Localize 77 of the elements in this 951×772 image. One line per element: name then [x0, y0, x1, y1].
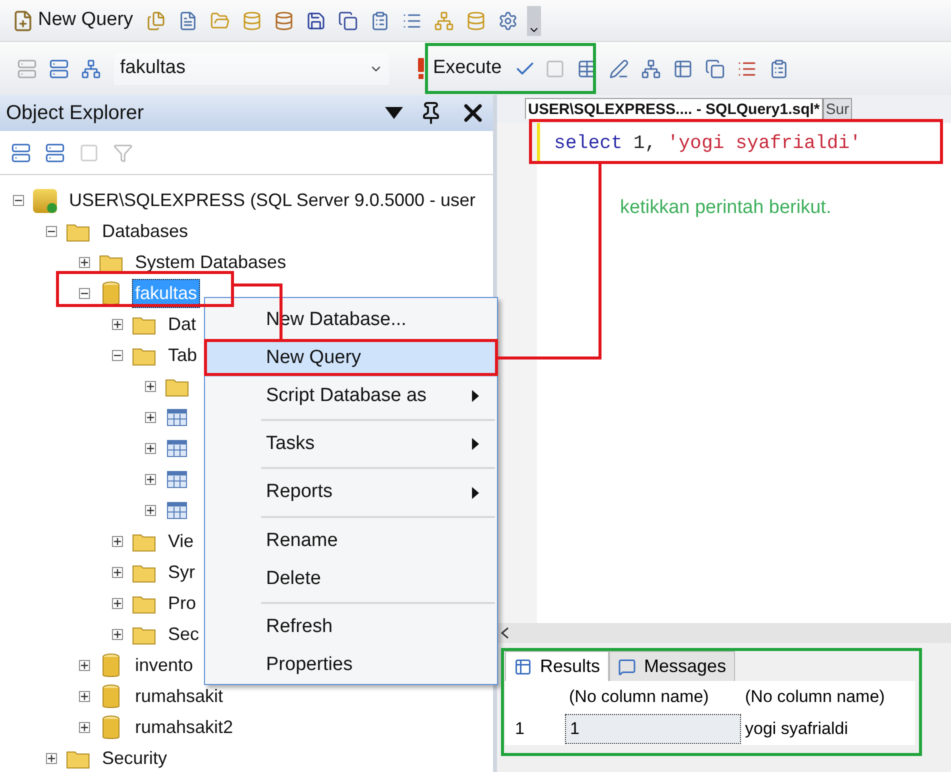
table-cell[interactable]: 1	[565, 714, 741, 744]
message-icon	[618, 658, 636, 676]
tree-item-label[interactable]: rumahsakit2	[132, 713, 236, 742]
overflow-icon[interactable]	[527, 6, 542, 36]
results-tab[interactable]: Results	[505, 651, 610, 681]
tree-item-label[interactable]: Pro	[165, 589, 200, 618]
expand-toggle[interactable]	[112, 598, 123, 609]
results-tab[interactable]: Messages	[609, 651, 736, 681]
folder-icon	[132, 594, 156, 614]
expand-toggle[interactable]	[145, 474, 156, 485]
tree-item-label[interactable]: rumahsakit	[132, 682, 226, 711]
database-icon	[102, 652, 120, 678]
grid-icon	[514, 658, 532, 676]
expand-toggle[interactable]	[79, 722, 90, 733]
database-icon	[102, 280, 120, 306]
menu-item[interactable]: Tasks	[205, 425, 497, 464]
tree-item-label[interactable]: Sec	[165, 620, 202, 649]
tree-item-label[interactable]: invento	[132, 651, 196, 680]
expand-toggle[interactable]	[145, 505, 156, 516]
tree-item-label[interactable]: Syr	[165, 558, 198, 587]
collapse-toggle[interactable]	[46, 226, 57, 237]
document-tab[interactable]: Sur	[822, 98, 852, 119]
code-token: 'yogi syafrialdi'	[667, 130, 862, 156]
folder-icon	[132, 314, 156, 334]
folder-icon	[66, 748, 90, 768]
column-header: (No column name)	[568, 686, 710, 708]
tree-item-label[interactable]: System Databases	[132, 248, 290, 277]
tree-item-label[interactable]: Vie	[165, 527, 197, 556]
menu-item[interactable]: Refresh	[205, 608, 497, 646]
expand-toggle[interactable]	[112, 629, 123, 640]
menu-item[interactable]: Properties	[205, 646, 497, 684]
expand-toggle[interactable]	[46, 753, 57, 764]
tree-item-label[interactable]: Tab	[165, 341, 200, 370]
new-file-icon	[12, 10, 34, 32]
folder-icon	[132, 346, 156, 366]
execute-button[interactable]: Execute	[411, 50, 508, 86]
collapse-toggle[interactable]	[13, 195, 24, 206]
expand-toggle[interactable]	[79, 691, 90, 702]
expand-toggle[interactable]	[79, 660, 90, 671]
expand-toggle[interactable]	[145, 443, 156, 454]
tree-item-label[interactable]: Security	[99, 744, 170, 772]
expand-toggle[interactable]	[112, 536, 123, 547]
collapse-toggle[interactable]	[79, 288, 90, 299]
database-icon	[102, 714, 120, 740]
menu-item[interactable]: Rename	[205, 522, 497, 560]
code-token: 1,	[633, 130, 656, 156]
code-token: select	[554, 130, 622, 156]
table-cell[interactable]: yogi syafrialdi	[741, 714, 852, 744]
database-icon	[102, 684, 120, 710]
expand-toggle[interactable]	[112, 319, 123, 330]
expand-toggle[interactable]	[145, 381, 156, 392]
expand-toggle[interactable]	[112, 567, 123, 578]
expand-toggle[interactable]	[145, 412, 156, 423]
dropdown-icon[interactable]	[385, 107, 403, 119]
annotation-note: ketikkan perintah berikut.	[620, 196, 832, 220]
menu-item[interactable]: Delete	[205, 560, 497, 598]
panel-title: Object Explorer	[6, 101, 144, 126]
folder-icon	[132, 624, 156, 644]
collapse-toggle[interactable]	[112, 350, 123, 361]
menu-item[interactable]: Reports	[205, 474, 497, 512]
tree-item-label[interactable]: USER\SQLEXPRESS (SQL Server 9.0.5000 - user	[66, 186, 479, 215]
folder-icon	[99, 252, 123, 272]
server-icon	[33, 188, 57, 212]
folder-icon	[132, 562, 156, 582]
scroll-left-icon[interactable]	[501, 627, 509, 639]
expand-toggle[interactable]	[79, 257, 90, 268]
horizontal-scrollbar[interactable]	[497, 623, 951, 643]
menu-item[interactable]: Script Database as	[205, 377, 497, 415]
tree-item-label[interactable]: Databases	[99, 217, 192, 246]
tree-item-label[interactable]: Dat	[165, 310, 200, 339]
exclamation-icon	[417, 58, 425, 80]
document-tab[interactable]: USER\SQLEXPRESS.... - SQLQuery1.sql*	[525, 98, 823, 119]
new-query-button[interactable]: New Query	[8, 6, 138, 35]
column-header: (No column name)	[744, 686, 886, 708]
folder-icon	[132, 532, 156, 552]
row-number: 1	[514, 718, 526, 740]
folder-icon	[66, 222, 90, 242]
